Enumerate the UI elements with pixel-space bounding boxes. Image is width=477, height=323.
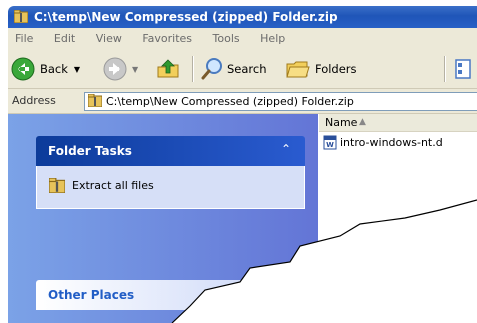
- word-document-icon: W: [323, 135, 337, 150]
- search-label: Search: [227, 62, 267, 76]
- views-icon: [455, 59, 471, 79]
- forward-dropdown-icon[interactable]: ▼: [132, 65, 138, 74]
- menu-view[interactable]: View: [96, 28, 122, 50]
- address-label: Address: [12, 94, 56, 107]
- column-header-name[interactable]: Name ▲: [319, 114, 477, 132]
- zip-folder-icon: [49, 178, 65, 193]
- window-title: C:\temp\New Compressed (zipped) Folder.z…: [34, 10, 338, 24]
- back-label: Back: [40, 62, 68, 76]
- up-folder-icon: [157, 59, 179, 78]
- folders-button[interactable]: Folders: [285, 50, 357, 88]
- file-name: intro-windows-nt.d: [340, 136, 443, 149]
- list-item[interactable]: W intro-windows-nt.d: [323, 135, 443, 150]
- zip-folder-icon: [14, 10, 28, 23]
- address-bar: Address C:\temp\New Compressed (zipped) …: [8, 89, 477, 114]
- menu-edit[interactable]: Edit: [54, 28, 75, 50]
- back-button[interactable]: Back ▼: [11, 50, 80, 88]
- toolbar: Back ▼ ▼ Search Folders: [8, 50, 477, 89]
- address-value: C:\temp\New Compressed (zipped) Folder.z…: [106, 95, 354, 108]
- views-button[interactable]: [454, 50, 472, 88]
- other-places-title: Other Places: [48, 288, 135, 302]
- folder-tasks-body: Extract all files: [36, 166, 305, 209]
- folder-tasks-header[interactable]: Folder Tasks ⌃: [36, 136, 305, 166]
- other-places-header[interactable]: Other Places: [36, 280, 305, 310]
- up-folder-button[interactable]: [156, 50, 180, 88]
- forward-arrow-icon: [103, 57, 127, 81]
- title-bar: C:\temp\New Compressed (zipped) Folder.z…: [8, 6, 477, 28]
- file-list: Name ▲ W intro-windows-nt.d: [319, 114, 477, 323]
- task-pane: Folder Tasks ⌃ Extract all files Other P…: [8, 114, 318, 323]
- folders-label: Folders: [315, 62, 357, 76]
- folder-tasks-panel: Folder Tasks ⌃ Extract all files: [36, 136, 305, 209]
- explorer-window: C:\temp\New Compressed (zipped) Folder.z…: [0, 0, 477, 323]
- zip-folder-icon: [88, 94, 102, 107]
- toolbar-separator: [444, 56, 446, 82]
- toolbar-separator: [192, 56, 194, 82]
- menu-tools[interactable]: Tools: [213, 28, 240, 50]
- sort-ascending-icon: ▲: [359, 117, 366, 127]
- back-arrow-icon: [11, 57, 35, 81]
- other-places-panel: Other Places: [36, 280, 305, 310]
- menu-help[interactable]: Help: [260, 28, 285, 50]
- address-input[interactable]: C:\temp\New Compressed (zipped) Folder.z…: [84, 92, 477, 111]
- column-name-label: Name: [325, 116, 358, 129]
- back-dropdown-icon[interactable]: ▼: [74, 65, 80, 74]
- folders-icon: [286, 61, 310, 78]
- search-magnifier-icon: [201, 58, 222, 80]
- extract-all-files-label: Extract all files: [72, 179, 154, 192]
- menu-bar: File Edit View Favorites Tools Help: [8, 28, 477, 51]
- svg-text:W: W: [326, 141, 334, 149]
- search-button[interactable]: Search: [200, 50, 267, 88]
- menu-favorites[interactable]: Favorites: [142, 28, 192, 50]
- menu-file[interactable]: File: [15, 28, 33, 50]
- collapse-chevron-icon[interactable]: ⌃: [277, 140, 295, 158]
- forward-button[interactable]: ▼: [103, 50, 138, 88]
- folder-tasks-title: Folder Tasks: [48, 144, 132, 158]
- extract-all-files-link[interactable]: Extract all files: [49, 178, 154, 193]
